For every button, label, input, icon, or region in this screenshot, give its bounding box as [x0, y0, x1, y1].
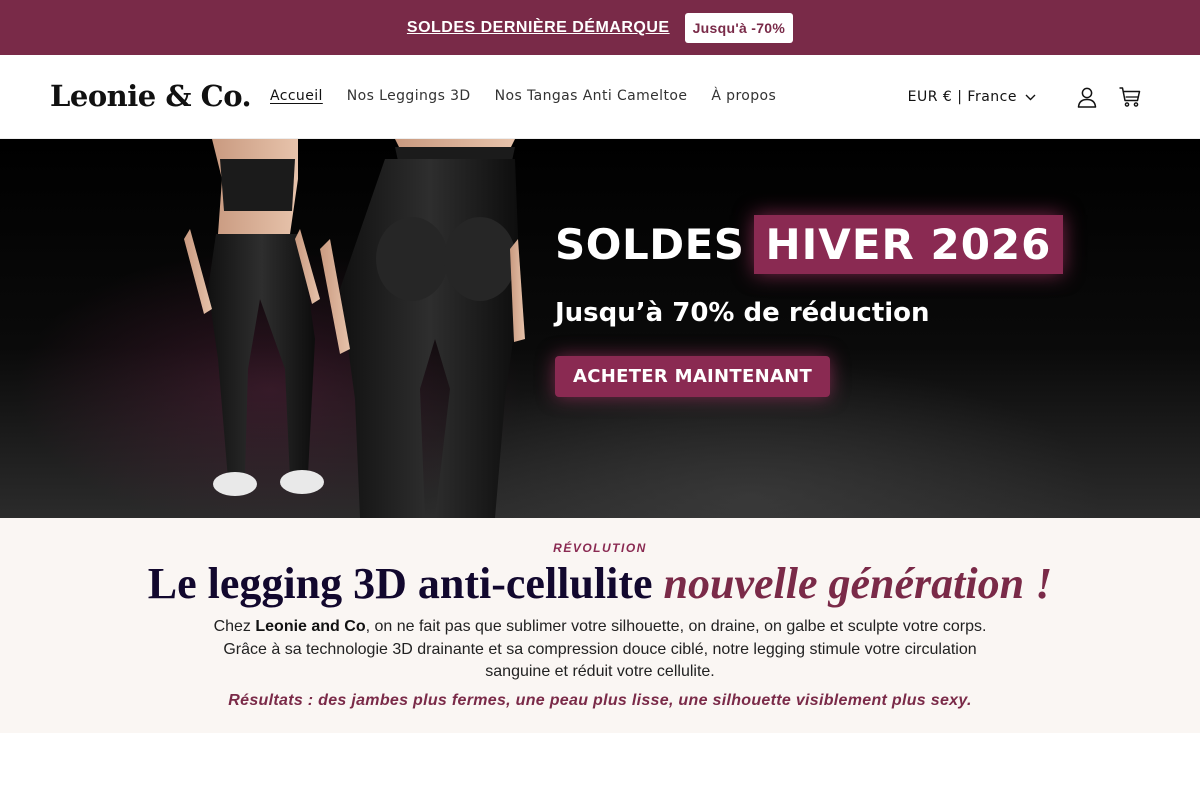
- section-results: Résultats : des jambes plus fermes, une …: [228, 692, 972, 709]
- site-logo[interactable]: Leonie & Co.: [50, 79, 252, 113]
- hero-title-white: SOLDES: [555, 220, 745, 269]
- hero-banner[interactable]: SOLDES HIVER 2026 Jusqu’à 70% de réducti…: [0, 139, 1200, 518]
- section-title-accent: nouvelle génération !: [663, 559, 1053, 608]
- chevron-down-icon: [1025, 94, 1036, 100]
- nav-item-accueil[interactable]: Accueil: [270, 88, 323, 104]
- shop-now-button[interactable]: ACHETER MAINTENANT: [555, 356, 831, 397]
- section-eyebrow: RÉVOLUTION: [553, 541, 647, 555]
- account-icon[interactable]: [1075, 85, 1099, 109]
- hero-content: SOLDES HIVER 2026 Jusqu’à 70% de réducti…: [555, 215, 1064, 397]
- hero-model-image: [184, 139, 525, 518]
- intro-section: RÉVOLUTION Le legging 3D anti-cellulite …: [0, 518, 1200, 733]
- site-header: Leonie & Co. Accueil Nos Leggings 3D Nos…: [0, 55, 1200, 139]
- section-title: Le legging 3D anti-cellulite nouvelle gé…: [0, 558, 1200, 609]
- locale-label: EUR € | France: [907, 89, 1017, 105]
- nav-item-a-propos[interactable]: À propos: [711, 88, 776, 104]
- hero-subtitle: Jusqu’à 70% de réduction: [555, 298, 930, 328]
- section-title-main: Le legging 3D anti-cellulite: [147, 559, 653, 608]
- header-actions: EUR € | France: [908, 85, 1142, 109]
- hero-title: SOLDES HIVER 2026: [555, 215, 1064, 274]
- body-brand: Leonie and Co: [255, 618, 366, 635]
- main-nav: Accueil Nos Leggings 3D Nos Tangas Anti …: [270, 88, 776, 104]
- locale-selector[interactable]: EUR € | France: [908, 89, 1036, 105]
- section-body: Chez Leonie and Co, on ne fait pas que s…: [200, 616, 1000, 684]
- announcement-link[interactable]: SOLDES DERNIÈRE DÉMARQUE: [407, 19, 670, 37]
- announcement-bar: SOLDES DERNIÈRE DÉMARQUE Jusqu'à -70%: [0, 0, 1200, 55]
- body-prefix: Chez: [213, 618, 256, 635]
- discount-badge: Jusqu'à -70%: [684, 12, 794, 43]
- cart-icon[interactable]: [1118, 85, 1142, 109]
- nav-item-leggings[interactable]: Nos Leggings 3D: [347, 88, 471, 104]
- nav-item-tangas[interactable]: Nos Tangas Anti Cameltoe: [495, 88, 688, 104]
- hero-title-highlight: HIVER 2026: [753, 215, 1064, 274]
